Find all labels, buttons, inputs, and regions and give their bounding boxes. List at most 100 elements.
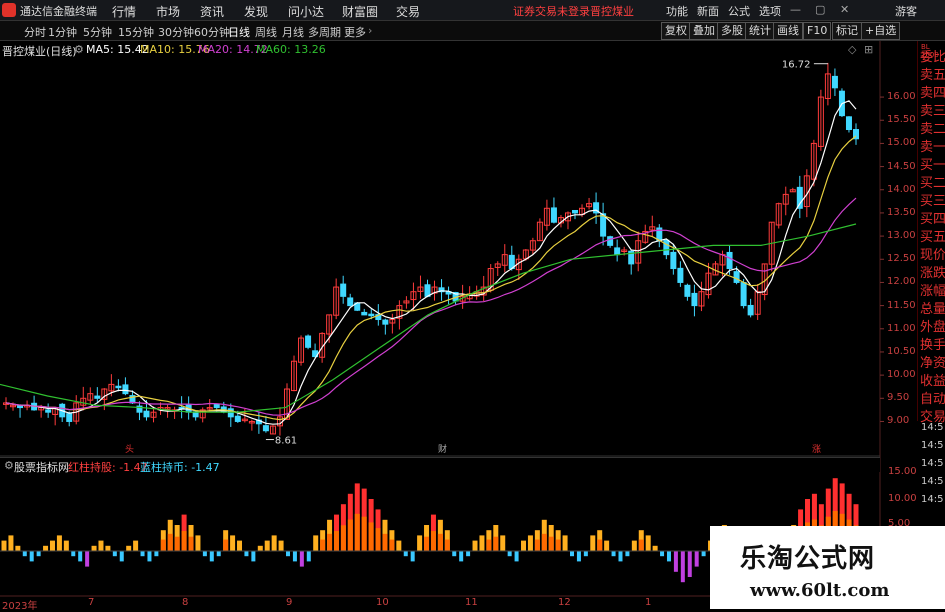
period-tab[interactable]: 30分钟 (158, 24, 194, 40)
mark-button[interactable]: 标记 (832, 22, 862, 40)
menu-quotes[interactable]: 行情 (112, 3, 136, 20)
menu-newpage[interactable]: 新面 (697, 3, 719, 19)
indicator-bar-core (541, 533, 547, 551)
indicator-bar-blue (36, 551, 41, 557)
sidebar-field-label[interactable]: 卖三 (920, 103, 945, 121)
sidebar-field-label[interactable]: 买二 (920, 175, 945, 193)
indicator-bar-blue (666, 551, 671, 562)
indicator-bar-red (472, 540, 478, 551)
sidebar-field-label[interactable]: 买一 (920, 157, 945, 175)
period-tab[interactable]: 周线 (255, 24, 277, 40)
close-icon[interactable]: ✕ (840, 3, 849, 16)
sidebar-field-label[interactable]: 买三 (920, 193, 945, 211)
period-tab[interactable]: 月线 (282, 24, 304, 40)
indicator-bar-blue (154, 551, 159, 557)
indicator-header: ⚙ 股票指标网 红柱持股: -1.47 蓝柱持币: -1.47 (0, 457, 880, 475)
add-favorite-button[interactable]: +自选 (861, 22, 901, 40)
sidebar-field-label[interactable]: 净资 (920, 355, 945, 373)
menu-formula[interactable]: 公式 (728, 3, 750, 19)
diamond-icon[interactable]: ◇ (848, 43, 856, 56)
multi-stock-button[interactable]: 多股 (717, 22, 747, 40)
indicator-bar-blue (119, 551, 124, 562)
sidebar-field-label[interactable]: 卖二 (920, 121, 945, 139)
sidebar-field-label[interactable]: 现价 (920, 247, 945, 265)
period-tab[interactable]: 15分钟 (118, 24, 154, 40)
indicator-name[interactable]: 股票指标网 (14, 459, 69, 475)
candle-body (670, 251, 677, 270)
date-label: 9 (286, 597, 293, 608)
app-logo (2, 3, 16, 17)
candle-body (66, 413, 73, 422)
adjust-button[interactable]: 复权 (661, 22, 691, 40)
settings-icon[interactable]: ⚙ (4, 459, 14, 472)
sidebar-field-label[interactable]: 自动 (920, 391, 945, 409)
price-chart[interactable]: 16.72 8.61 头 财 涨 (0, 0, 945, 609)
period-tab[interactable]: 60分钟 (194, 24, 230, 40)
menu-ask[interactable]: 问小达 (288, 3, 324, 20)
menu-options[interactable]: 选项 (759, 3, 781, 19)
menu-news[interactable]: 资讯 (200, 3, 224, 20)
indicator-bar-core (638, 539, 644, 551)
candle-body (262, 425, 269, 432)
sidebar-field-label[interactable]: 卖四 (920, 85, 945, 103)
price-axis-label: 15.50 (887, 114, 916, 126)
sidebar-field-label[interactable]: 总量 (920, 301, 945, 319)
period-tab[interactable]: 5分钟 (83, 24, 112, 40)
sidebar-field-label[interactable]: 卖五 (920, 67, 945, 85)
sidebar-field-label[interactable]: 卖一 (920, 139, 945, 157)
candle-body (361, 311, 368, 316)
indicator-bar-blue (306, 551, 311, 562)
settings-icon[interactable]: ⚙ (74, 43, 84, 56)
period-tab[interactable]: 1分钟 (48, 24, 77, 40)
draw-button[interactable]: 画线 (773, 22, 803, 40)
sidebar-field-label[interactable]: 涨幅 (920, 283, 945, 301)
period-toolbar: 分时 1分钟 5分钟 15分钟 30分钟 60分钟 日线 周线 月线 多周期 更… (0, 21, 945, 41)
indicator-bar-core (174, 536, 180, 551)
minimize-icon[interactable]: — (790, 3, 801, 16)
expand-icon[interactable]: ⊞ (864, 43, 873, 56)
indicator-bar-blue (459, 551, 464, 562)
indicator-bar-core (361, 516, 367, 551)
period-tab-active[interactable]: 日线 (228, 24, 250, 40)
more-periods[interactable]: 更多 (344, 24, 366, 40)
menu-market[interactable]: 市场 (156, 3, 180, 20)
restore-icon[interactable]: ▢ (815, 3, 825, 16)
sidebar-field-label[interactable]: 买四 (920, 211, 945, 229)
f10-button[interactable]: F10 (803, 22, 832, 40)
sidebar-field-label[interactable]: 换手 (920, 337, 945, 355)
indicator-bar-core (160, 539, 166, 551)
stock-name[interactable]: 晋控煤业(日线) (2, 43, 77, 59)
indicator-bar-blue (687, 551, 692, 577)
period-tab[interactable]: 多周期 (308, 24, 341, 40)
indicator-axis-label: 15.00 (888, 466, 917, 477)
indicator-bar-red (527, 535, 533, 551)
menu-trade[interactable]: 交易 (396, 3, 420, 20)
sidebar-field-label[interactable]: 外盘 (920, 319, 945, 337)
indicator-bar-blue (147, 551, 152, 562)
indicator-bar-blue (29, 551, 34, 562)
candle-body (368, 313, 375, 317)
menu-function[interactable]: 功能 (666, 3, 688, 19)
guest-login[interactable]: 游客 (895, 3, 917, 19)
sidebar-field-label[interactable]: 收益 (920, 373, 945, 391)
sidebar-field-label[interactable]: 委比 (920, 49, 945, 67)
menu-discover[interactable]: 发现 (244, 3, 268, 20)
indicator-bar-blue (410, 551, 415, 562)
event-mark: 财 (438, 443, 447, 455)
candle-body (740, 282, 747, 307)
login-warning[interactable]: 证券交易未登录 (513, 3, 590, 19)
period-tab[interactable]: 分时 (24, 24, 46, 40)
date-label: 10 (376, 597, 389, 608)
chevron-right-icon[interactable]: › (368, 24, 372, 37)
indicator-bar-red (133, 540, 139, 551)
stats-button[interactable]: 统计 (745, 22, 775, 40)
sidebar-field-label[interactable]: 买五 (920, 229, 945, 247)
indicator-bar-blue (78, 551, 83, 562)
sidebar-field-label[interactable]: 涨跌 (920, 265, 945, 283)
overlay-button[interactable]: 叠加 (689, 22, 719, 40)
indicator-bar-core (223, 539, 229, 551)
candle-body (677, 267, 684, 283)
indicator-bar-blue (625, 551, 630, 557)
menu-wealth[interactable]: 财富圈 (342, 3, 378, 20)
stock-link[interactable]: 晋控煤业 (590, 3, 634, 19)
